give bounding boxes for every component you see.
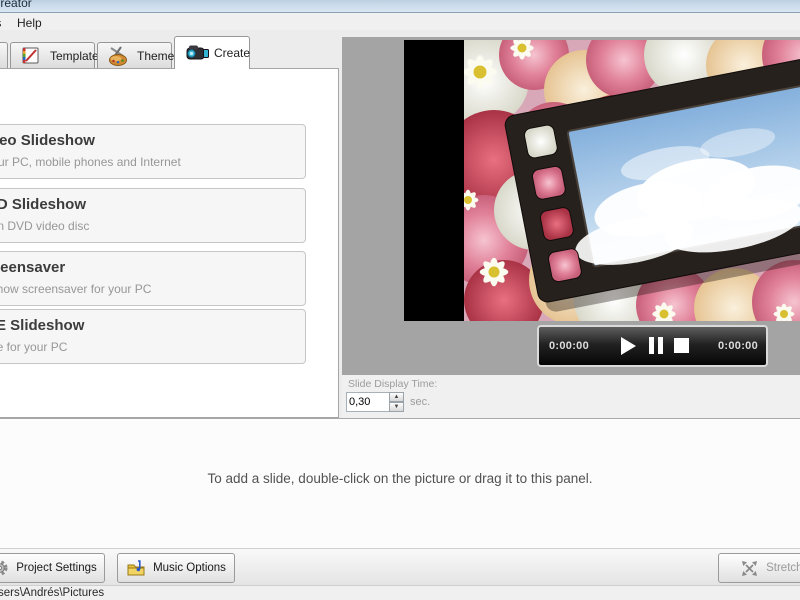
- slide-display-time-input[interactable]: [346, 392, 392, 412]
- status-bar: C:\Users\Andrés\Pictures: [0, 585, 800, 600]
- music-folder-icon: [127, 560, 145, 576]
- preview-image: [464, 40, 800, 321]
- create-options-panel: Video Slideshow For your PC, mobile phon…: [0, 68, 339, 418]
- pause-icon: [649, 337, 669, 354]
- stretch-all-button[interactable]: Stretch All: [718, 553, 800, 583]
- stretch-icon: [742, 560, 758, 576]
- slide-display-time-unit: sec.: [410, 396, 431, 408]
- option-title: DVD Slideshow: [0, 196, 87, 213]
- pause-button[interactable]: [649, 337, 669, 355]
- gear-icon: [0, 560, 8, 576]
- elapsed-time: 0:00:00: [549, 340, 590, 352]
- status-path: C:\Users\Andrés\Pictures: [0, 587, 105, 599]
- option-subtitle: For your PC, mobile phones and Internet: [0, 155, 181, 169]
- project-settings-button[interactable]: Project Settings: [0, 553, 105, 583]
- music-options-button[interactable]: Music Options: [117, 553, 235, 583]
- option-subtitle: To burn DVD video disc: [0, 219, 90, 233]
- option-title: EXE Slideshow: [0, 317, 85, 334]
- slide-display-time-section: Slide Display Time: ▲ ▼ sec.: [342, 375, 800, 418]
- menu-item-help[interactable]: Help: [11, 15, 48, 31]
- option-exe-slideshow[interactable]: EXE Slideshow Exe file for your PC: [0, 309, 306, 364]
- stop-icon: [674, 338, 689, 353]
- tab-create-label: Create: [214, 46, 251, 60]
- option-dvd-slideshow[interactable]: DVD Slideshow To burn DVD video disc: [0, 188, 306, 243]
- bottom-toolbar: Project Settings Music Options Stretch: [0, 548, 800, 585]
- stretch-all-label: Stretch All: [766, 562, 800, 574]
- slides-panel-hint: To add a slide, double-click on the pict…: [207, 471, 593, 486]
- spinner-up-icon[interactable]: ▲: [389, 392, 404, 402]
- spinner-down-icon[interactable]: ▼: [389, 402, 404, 412]
- option-subtitle: Slideshow screensaver for your PC: [0, 282, 152, 296]
- window-title: Photo Slideshow Creator: [0, 0, 32, 10]
- menu-bar: Settings Help: [0, 13, 800, 30]
- playback-bar: 0:00:00 0:00:00: [537, 325, 768, 367]
- letterbox-bar: [404, 40, 464, 321]
- project-settings-label: Project Settings: [16, 562, 97, 574]
- menu-item-settings[interactable]: Settings: [0, 15, 7, 31]
- tab-photos[interactable]: Photos: [0, 42, 8, 68]
- title-bar: Photo Slideshow Creator: [0, 0, 800, 13]
- option-screensaver[interactable]: Screensaver Slideshow screensaver for yo…: [0, 251, 306, 306]
- tab-themes[interactable]: Themes: [97, 42, 180, 68]
- option-subtitle: Exe file for your PC: [0, 340, 68, 354]
- option-video-slideshow[interactable]: Video Slideshow For your PC, mobile phon…: [0, 124, 306, 179]
- option-title: Screensaver: [0, 259, 66, 276]
- palette-icon: [107, 45, 131, 66]
- slides-panel[interactable]: To add a slide, double-click on the pict…: [0, 421, 800, 548]
- play-icon: [621, 337, 636, 355]
- option-title: Video Slideshow: [0, 132, 95, 149]
- music-options-label: Music Options: [153, 562, 226, 574]
- tab-create[interactable]: Create: [174, 36, 250, 69]
- slide-display-time-spinner: ▲ ▼: [389, 392, 404, 412]
- play-button[interactable]: [621, 337, 641, 355]
- total-time: 0:00:00: [717, 340, 758, 352]
- app-window: Photo Slideshow Creator Settings Help Ph…: [0, 0, 800, 600]
- slide-display-time-label: Slide Display Time:: [348, 378, 438, 390]
- app-viewport: Photo Slideshow Creator Settings Help Ph…: [0, 0, 800, 600]
- camcorder-icon: [184, 43, 209, 63]
- tab-templates[interactable]: Templates: [10, 42, 105, 68]
- preview-panel: 0:00:00 0:00:00: [342, 37, 800, 375]
- stop-button[interactable]: [674, 337, 694, 355]
- templates-icon: [20, 46, 44, 66]
